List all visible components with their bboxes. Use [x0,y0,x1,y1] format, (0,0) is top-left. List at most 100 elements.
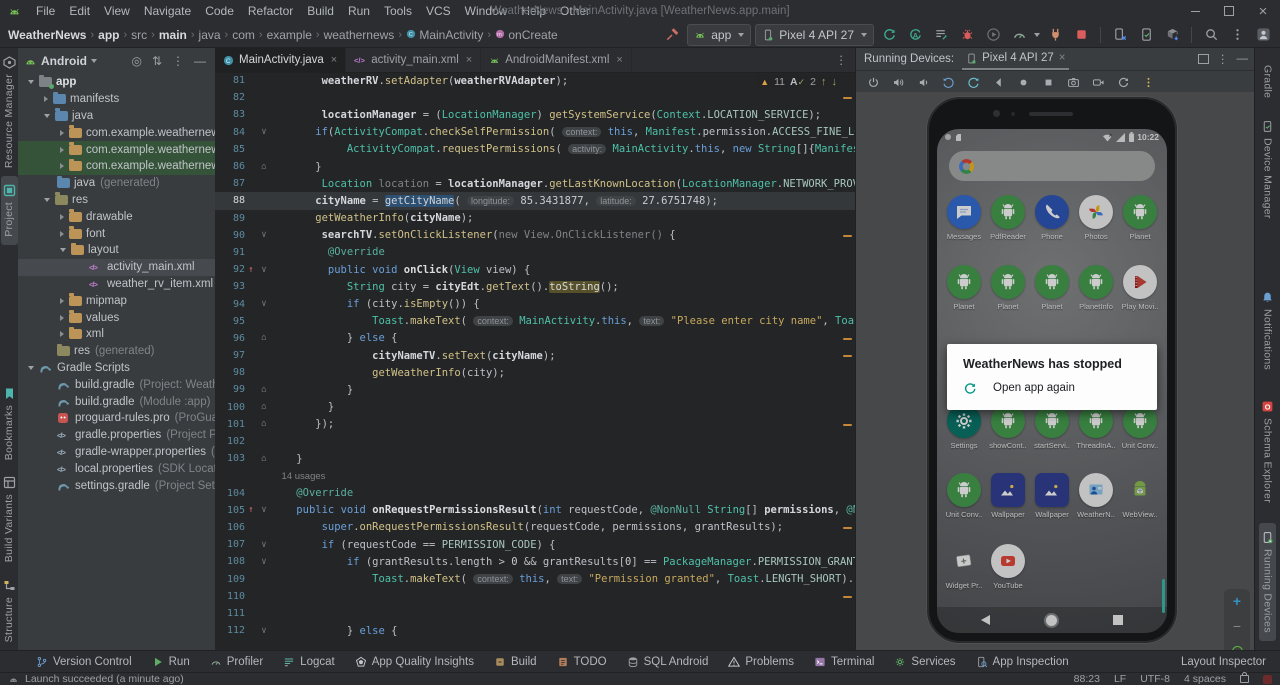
tree-row-weather-rv-item-xml[interactable]: </> weather_rv_item.xml [18,276,215,293]
code-line-106[interactable]: 106 super.onRequestPermissionsResult(req… [215,519,855,536]
app-webview-[interactable]: WebView.. [1118,473,1162,531]
tree-row-build-gradle[interactable]: build.gradle (Module :app) [18,393,215,410]
code-line-95[interactable]: 95 Toast.makeText( context: MainActivity… [215,313,855,330]
app-planet[interactable]: Planet [1118,195,1162,253]
breadcrumb-item-src[interactable]: src [129,28,149,42]
fold-toggle-icon[interactable]: ⌂ [257,419,271,429]
nav-back-button[interactable] [981,615,990,625]
app-photos[interactable]: Photos [1074,195,1118,253]
screen-record-button[interactable] [1087,72,1109,92]
app-widget-pr-[interactable]: Widget Pr.. [942,544,986,602]
tree-caret-icon[interactable] [28,365,34,370]
inspection-widget[interactable]: ▲ 11 A✓ 2 ↑ ↓ [756,75,841,89]
caret-position[interactable]: 88:23 [1074,673,1100,685]
tree-caret-icon[interactable] [60,248,66,253]
tree-caret-icon[interactable] [60,314,64,321]
fold-toggle-icon[interactable]: ∨ [257,626,271,636]
fold-toggle-icon[interactable]: ∨ [257,540,271,550]
code-line-87[interactable]: 87 Location location = locationManager.g… [215,175,855,192]
power-button[interactable] [862,72,884,92]
toolwindow-build[interactable]: Build [494,656,537,668]
minimize-button[interactable] [1178,0,1212,22]
tree-caret-icon[interactable] [60,297,64,304]
breadcrumb-item-java[interactable]: java [197,28,223,42]
fold-toggle-icon[interactable]: ⌂ [257,162,271,172]
usages-hint[interactable]: 14 usages [271,471,326,482]
toolwindow-logcat[interactable]: Logcat [283,656,335,668]
app-threadina-[interactable]: ThreadInA.. [1074,404,1118,462]
code-line-82[interactable]: 82 [215,89,855,106]
tree-caret-icon[interactable] [44,113,50,118]
code-line-83[interactable]: 83 locationManager = (LocationManager) g… [215,106,855,123]
volume-down-button[interactable] [912,72,934,92]
code-line-96[interactable]: 96 ⌂ } else { [215,330,855,347]
breadcrumb-item-main[interactable]: main [157,28,189,42]
fold-toggle-icon[interactable]: ⌂ [257,385,271,395]
device-manager-icon[interactable] [1135,25,1157,45]
app-unit-conv-[interactable]: Unit Conv.. [1118,404,1162,462]
app-settings[interactable]: Settings [942,404,986,462]
app-wallpaper[interactable]: Wallpaper [986,473,1030,531]
profiler-icon[interactable] [1008,25,1030,45]
app-planet[interactable]: Planet [942,265,986,323]
more-options-icon[interactable] [1226,25,1248,45]
tree-row-com-example-weathernews[interactable]: com.example.weathernews(a [18,141,215,158]
menu-item-vcs[interactable]: VCS [419,0,458,22]
project-view-selector[interactable]: Android [41,54,87,68]
build-hammer-icon[interactable] [661,25,683,45]
tool-strip-build-variants[interactable]: Build Variants [1,468,18,570]
line-separator[interactable]: LF [1114,673,1126,685]
code-line-107[interactable]: 107 ∨ if (requestCode == PERMISSION_CODE)… [215,536,855,553]
code-line-89[interactable]: 89 getWeatherInfo(cityName); [215,210,855,227]
fold-toggle-icon[interactable]: ∨ [257,230,271,240]
app-startservi-[interactable]: startServi.. [1030,404,1074,462]
tree-caret-icon[interactable] [44,197,50,202]
hide-panel-icon[interactable]: — [1237,53,1249,65]
tree-row-res[interactable]: res (generated) [18,343,215,360]
tree-row-java[interactable]: java [18,108,215,125]
toolwindow-app-quality-insights[interactable]: App Quality Insights [355,656,474,668]
nav-recents-button[interactable] [1113,615,1123,625]
warning-stripe-mark[interactable] [843,97,852,100]
menu-item-file[interactable]: File [29,0,62,22]
tree-caret-icon[interactable] [44,96,48,103]
app-planet[interactable]: Planet [1030,265,1074,323]
tree-row-mipmap[interactable]: mipmap [18,292,215,309]
tree-caret-icon[interactable] [28,80,34,85]
tool-strip-device-manager[interactable]: Device Manager [1259,112,1276,227]
attach-debugger-icon[interactable] [1044,25,1066,45]
code-line-100[interactable]: 100 ⌂ } [215,399,855,416]
tool-strip-running-devices[interactable]: Running Devices [1259,523,1276,642]
tree-row-local-properties[interactable]: </>local.properties(SDK Location) [18,460,215,477]
override-marker-icon[interactable]: ↑ [245,505,257,515]
toolwindow-app-inspection[interactable]: App Inspection [976,656,1069,668]
tree-caret-icon[interactable] [60,163,64,170]
menu-item-window[interactable]: Window [458,0,515,22]
warning-stripe-mark[interactable] [843,355,852,358]
app-unit-conv-[interactable]: Unit Conv.. [942,473,986,531]
run-configuration-selector[interactable]: app [687,23,752,46]
zoom-in-button[interactable]: + [1228,593,1246,609]
app-planet[interactable]: Planet [986,265,1030,323]
toolwindow-run[interactable]: Run [152,656,190,668]
breadcrumb-item-app[interactable]: app [96,28,121,42]
code-line-102[interactable]: 102 [215,433,855,450]
status-message[interactable]: Launch succeeded (a minute ago) [25,673,184,685]
volume-up-button[interactable] [887,72,909,92]
code-line-112[interactable]: 112 ∨ } else { [215,622,855,639]
tabs-options-icon[interactable]: ⋮ [828,48,856,72]
app-weathern-[interactable]: WeatherN.. [1074,473,1118,531]
code-line-85[interactable]: 85 ActivityCompat.requestPermissions( ac… [215,141,855,158]
home-button[interactable] [1012,72,1034,92]
float-window-icon[interactable] [1198,54,1209,64]
snapshot-button[interactable] [1112,72,1134,92]
overview-button[interactable] [1037,72,1059,92]
tree-row-xml[interactable]: xml [18,326,215,343]
rotate-right-button[interactable] [962,72,984,92]
emulator-screen[interactable]: 10:22 Messages PdfReader Phone Photos Planet… [937,129,1167,633]
locate-file-icon[interactable]: ◎ [128,54,144,68]
code-line-91[interactable]: 91 @Override [215,244,855,261]
close-tab-icon[interactable]: × [1059,52,1066,64]
breadcrumb-item-weathernews[interactable]: weathernews [322,28,397,42]
tool-strip-bookmarks[interactable]: Bookmarks [1,379,18,468]
